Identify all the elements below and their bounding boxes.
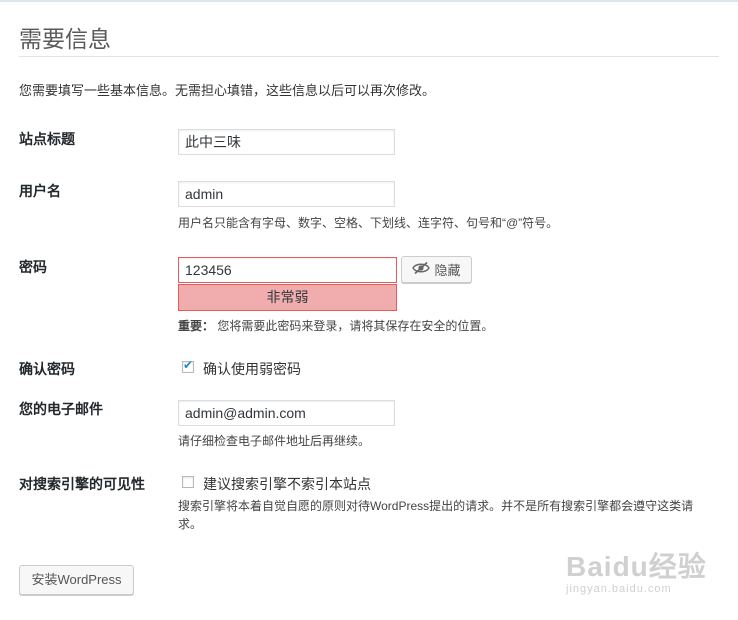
password-note-bold: 重要：: [178, 319, 215, 333]
title-divider: [19, 56, 719, 57]
password-label: 密码: [19, 259, 47, 275]
discourage-search-checkbox[interactable]: [182, 476, 194, 488]
username-input[interactable]: [178, 181, 395, 207]
checkmark-icon: ✔: [183, 358, 194, 372]
site-title-input[interactable]: [178, 129, 395, 155]
password-note: 重要： 您将需要此密码来登录，请将其保存在安全的位置。: [178, 317, 493, 335]
search-visibility-label: 对搜索引擎的可见性: [19, 476, 145, 492]
hide-password-button[interactable]: 隐藏: [401, 256, 472, 283]
page-title: 需要信息: [19, 26, 111, 52]
confirm-password-label: 确认密码: [19, 361, 75, 377]
confirm-weak-password-checkbox[interactable]: ✔: [182, 358, 194, 373]
username-hint: 用户名只能含有字母、数字、空格、下划线、连字符、句号和“@”符号。: [178, 216, 559, 230]
hide-password-label: 隐藏: [434, 263, 461, 278]
email-input[interactable]: [178, 400, 395, 426]
eye-slash-icon: [412, 261, 431, 278]
email-label: 您的电子邮件: [19, 401, 103, 417]
intro-text: 您需要填写一些基本信息。无需担心填错，这些信息以后可以再次修改。: [19, 83, 436, 98]
site-title-label: 站点标题: [19, 131, 75, 147]
password-note-text: 您将需要此密码来登录，请将其保存在安全的位置。: [217, 319, 494, 333]
watermark-main: Baidu经验: [566, 551, 707, 582]
install-wordpress-button[interactable]: 安装WordPress: [19, 565, 134, 595]
baidu-watermark: Baidu经验 jingyan.baidu.com: [566, 545, 707, 595]
discourage-search-label[interactable]: 建议搜索引擎不索引本站点: [203, 474, 371, 494]
top-border: [0, 0, 738, 2]
password-strength-meter: 非常弱: [178, 284, 397, 311]
search-visibility-hint: 搜索引擎将本着自觉自愿的原则对待WordPress提出的请求。并不是所有搜索引擎…: [178, 499, 694, 531]
email-hint: 请仔细检查电子邮件地址后再继续。: [178, 434, 371, 448]
confirm-weak-password-label[interactable]: 确认使用弱密码: [203, 359, 301, 379]
username-label: 用户名: [19, 183, 61, 199]
password-input[interactable]: [178, 257, 397, 283]
